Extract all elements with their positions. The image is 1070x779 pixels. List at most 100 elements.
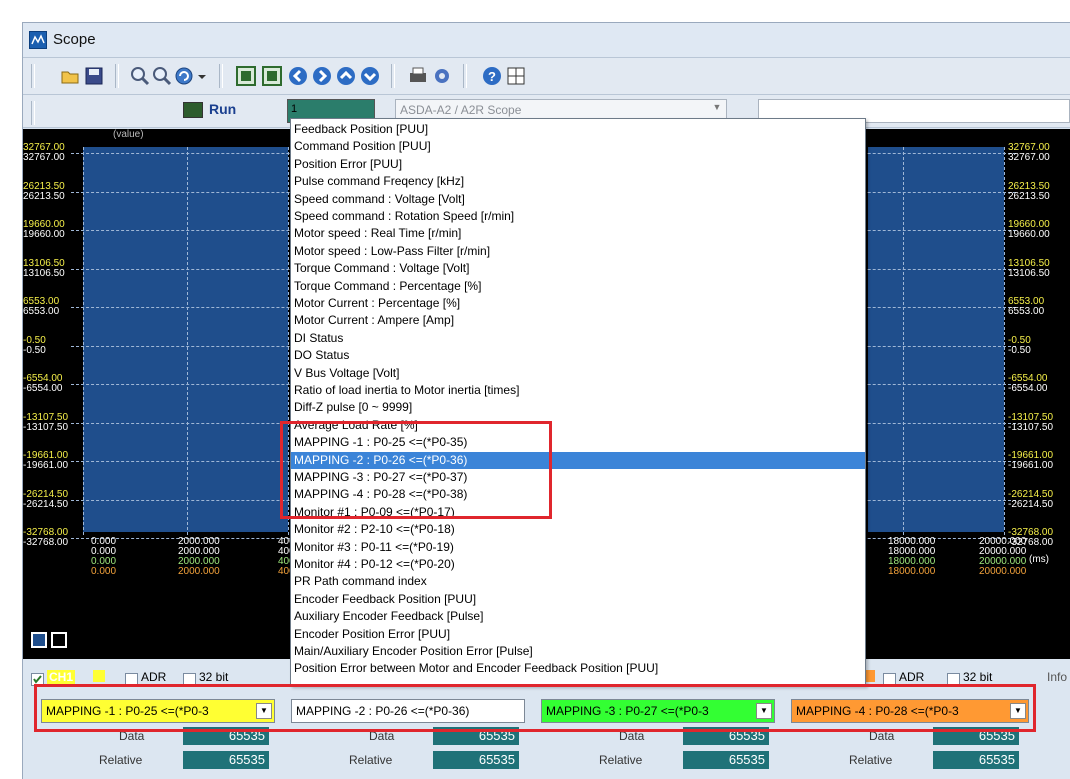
dropdown-item[interactable]: Speed command : Voltage [Volt] <box>291 191 865 208</box>
arrow-right-icon[interactable] <box>311 65 333 87</box>
main-toolbar: ? <box>23 58 1070 95</box>
zoom-out-icon[interactable] <box>151 65 173 87</box>
grid-line-vertical <box>83 147 84 535</box>
y-tick-right: 32767.00 32767.00 <box>1008 142 1050 163</box>
dropdown-item[interactable]: DO Status <box>291 347 865 364</box>
dropdown-item[interactable]: Diff-Z pulse [0 ~ 9999] <box>291 399 865 416</box>
print-icon[interactable] <box>407 65 429 87</box>
toolbar-separator <box>463 64 467 88</box>
scope-model-value: ASDA-A2 / A2R Scope <box>400 103 522 117</box>
toolbar-separator <box>391 64 395 88</box>
dropdown-item[interactable]: Feedback Position [PUU] <box>291 121 865 138</box>
layout-single-icon[interactable] <box>31 632 47 648</box>
plot-area-right <box>868 147 1004 532</box>
y-tick-left: -26214.50 -26214.50 <box>23 488 69 510</box>
ch1-adr-label: ADR <box>141 670 167 684</box>
value-axis-label: (value) <box>113 129 144 140</box>
dropdown-item[interactable]: Encoder Feedback Position [PUU] <box>291 591 865 608</box>
ch2-relative-label: Relative <box>349 753 393 767</box>
x-tick-0: 0.000 0.000 0.000 0.000 <box>91 536 117 577</box>
ch1-relative-value: 65535 <box>183 751 269 769</box>
ch4-relative-value: 65535 <box>933 751 1019 769</box>
ch1-relative-label: Relative <box>99 753 143 767</box>
ch1-label: CH1 <box>47 670 76 684</box>
dropdown-item[interactable]: Command Position [PUU] <box>291 138 865 155</box>
chevron-down-icon[interactable]: ▼ <box>710 102 724 116</box>
open-folder-icon[interactable] <box>59 65 81 87</box>
dropdown-item[interactable]: Motor Current : Percentage [%] <box>291 295 865 312</box>
y-tick-right: 19660.00 19660.00 <box>1008 219 1050 240</box>
dropdown-item[interactable]: Motor Current : Ampere [Amp] <box>291 312 865 329</box>
help-icon[interactable]: ? <box>481 65 503 87</box>
run-button[interactable]: Run <box>183 99 273 121</box>
layout-dual-icon[interactable] <box>51 632 67 648</box>
dropdown-item[interactable]: Monitor #3 : P0-11 <=(*P0-19) <box>291 539 865 556</box>
fit-x-icon[interactable] <box>235 65 257 87</box>
save-icon[interactable] <box>83 65 105 87</box>
toolbar-separator <box>219 64 223 88</box>
ch3-relative-value: 65535 <box>683 751 769 769</box>
settings-icon[interactable] <box>431 65 453 87</box>
y-tick-right: 26213.50 26213.50 <box>1008 180 1050 202</box>
dropdown-item[interactable]: Ratio of load inertia to Motor inertia [… <box>291 382 865 399</box>
dropdown-icon[interactable] <box>195 65 209 87</box>
y-tick-right: -0.50 -0.50 <box>1008 334 1031 356</box>
dropdown-item[interactable]: Monitor #2 : P2-10 <=(*P0-18) <box>291 521 865 538</box>
ch4-relative-label: Relative <box>849 753 893 767</box>
y-tick-left: -13107.50 -13107.50 <box>23 411 69 433</box>
y-tick-right: -26214.50 -26214.50 <box>1008 488 1054 510</box>
source-dropdown-list[interactable]: Feedback Position [PUU] Command Position … <box>290 118 866 686</box>
dropdown-item[interactable]: Torque Command : Voltage [Volt] <box>291 260 865 277</box>
y-tick-right: -6554.00 -6554.00 <box>1008 373 1048 394</box>
ch2-relative-value: 65535 <box>433 751 519 769</box>
grid-line-vertical <box>187 147 188 535</box>
y-tick-left: 26213.50 26213.50 <box>23 180 65 202</box>
y-tick-left: 32767.00 32767.00 <box>23 142 65 163</box>
ch1-32bit-label: 32 bit <box>199 670 229 684</box>
dropdown-item[interactable]: V Bus Voltage [Volt] <box>291 365 865 382</box>
dropdown-item[interactable]: Monitor #4 : P0-12 <=(*P0-20) <box>291 556 865 573</box>
dropdown-item[interactable]: PR Path command index <box>291 573 865 590</box>
toolbar-separator <box>115 64 119 88</box>
highlight-channel-combos <box>34 684 1036 732</box>
dropdown-item[interactable]: Pulse command Freqency [kHz] <box>291 173 865 190</box>
y-tick-left: 13106.50 13106.50 <box>23 257 65 279</box>
undo-icon[interactable] <box>173 65 195 87</box>
y-tick-right: -13107.50 -13107.50 <box>1008 411 1054 433</box>
ch1-color-swatch[interactable] <box>93 670 105 682</box>
dropdown-item[interactable]: Position Error [PUU] <box>291 156 865 173</box>
dropdown-item[interactable]: DI Status <box>291 330 865 347</box>
dropdown-item[interactable]: Motor speed : Real Time [r/min] <box>291 225 865 242</box>
y-tick-right: 6553.00 6553.00 <box>1008 296 1045 317</box>
arrow-down-icon[interactable] <box>359 65 381 87</box>
y-tick-right: -19661.00 -19661.00 <box>1008 450 1054 471</box>
dropdown-item[interactable]: Position Error between Motor and Encoder… <box>291 660 865 677</box>
y-tick-left: -6554.00 -6554.00 <box>23 373 63 394</box>
scope-app-icon <box>29 31 47 49</box>
dropdown-item[interactable]: Motor speed : Low-Pass Filter [r/min] <box>291 243 865 260</box>
ch3-relative-label: Relative <box>599 753 643 767</box>
dropdown-item[interactable]: Auxiliary Encoder Feedback [Pulse] <box>291 608 865 625</box>
dropdown-item[interactable]: Main/Auxiliary Encoder Position Error [P… <box>291 643 865 660</box>
run-label: Run <box>209 101 237 117</box>
fit-y-icon[interactable] <box>261 65 283 87</box>
arrow-up-icon[interactable] <box>335 65 357 87</box>
y-tick-right: 13106.50 13106.50 <box>1008 257 1050 279</box>
toolbar-grip <box>31 101 35 125</box>
dropdown-item[interactable]: Torque Command : Percentage [%] <box>291 278 865 295</box>
y-tick-left: -32768.00 -32768.00 <box>23 527 69 548</box>
dropdown-item[interactable]: Encoder Position Error [PUU] <box>291 626 865 643</box>
y-tick-left: -19661.00 -19661.00 <box>23 450 69 471</box>
zoom-in-icon[interactable] <box>129 65 151 87</box>
title-bar: Scope <box>23 23 1070 58</box>
toolbar-grip <box>31 64 35 88</box>
grid-line-vertical <box>903 147 904 535</box>
dropdown-item[interactable]: Speed command : Rotation Speed [r/min] <box>291 208 865 225</box>
plot-area-left <box>83 147 288 532</box>
ch4-adr-label: ADR <box>899 670 925 684</box>
highlight-mapping-items <box>280 421 552 519</box>
info-label: Info <box>1047 670 1068 684</box>
monitor-icon <box>183 102 203 118</box>
grid-icon[interactable] <box>505 65 527 87</box>
arrow-left-icon[interactable] <box>287 65 309 87</box>
